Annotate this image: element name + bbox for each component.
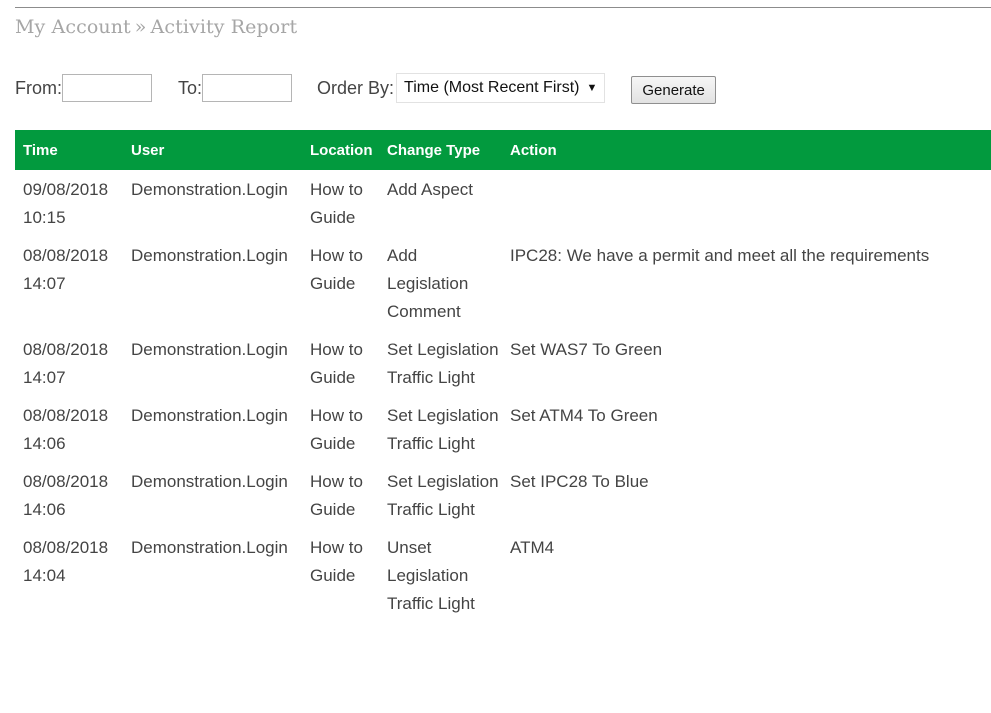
cell-time: 08/08/2018 14:07 bbox=[23, 340, 109, 387]
cell-change-type: Unset Legislation Traffic Light bbox=[387, 538, 475, 613]
cell-action: Set WAS7 To Green bbox=[510, 340, 663, 359]
dropdown-arrow-icon: ▼ bbox=[586, 82, 598, 94]
table-row: 08/08/2018 14:06 Demonstration.Login How… bbox=[15, 464, 991, 530]
cell-change-type: Set Legislation Traffic Light bbox=[387, 472, 499, 519]
table-header-row: Time User Location Change Type Action bbox=[15, 130, 991, 170]
cell-change-type: Add Aspect bbox=[387, 180, 474, 199]
cell-action: ATM4 bbox=[510, 538, 555, 557]
cell-user: Demonstration.Login bbox=[131, 246, 288, 265]
cell-location: How to Guide bbox=[310, 406, 363, 453]
column-header-time: Time bbox=[23, 141, 58, 159]
breadcrumb-my-account[interactable]: My Account bbox=[15, 16, 131, 38]
cell-user: Demonstration.Login bbox=[131, 180, 288, 199]
order-by-select[interactable]: Time (Most Recent First) ▼ bbox=[396, 73, 606, 103]
order-by-selected-value: Time (Most Recent First) bbox=[404, 79, 580, 96]
breadcrumb-separator: » bbox=[134, 16, 147, 38]
cell-action bbox=[502, 170, 991, 238]
cell-location: How to Guide bbox=[310, 246, 363, 293]
order-by-label: Order By: bbox=[317, 77, 395, 98]
cell-time: 08/08/2018 14:06 bbox=[23, 406, 109, 453]
table-row: 08/08/2018 14:04 Demonstration.Login How… bbox=[15, 530, 991, 624]
cell-location: How to Guide bbox=[310, 538, 363, 585]
cell-time: 08/08/2018 14:04 bbox=[23, 538, 109, 585]
table-row: 08/08/2018 14:07 Demonstration.Login How… bbox=[15, 332, 991, 398]
cell-location: How to Guide bbox=[310, 472, 363, 519]
cell-time: 09/08/2018 10:15 bbox=[23, 180, 109, 227]
column-header-action: Action bbox=[510, 141, 557, 159]
cell-user: Demonstration.Login bbox=[131, 406, 288, 425]
from-label: From: bbox=[15, 77, 62, 98]
filter-bar: From: To: Order By: Time (Most Recent Fi… bbox=[15, 71, 716, 105]
cell-change-type: Add Legislation Comment bbox=[387, 246, 469, 321]
column-header-change-type: Change Type bbox=[387, 141, 481, 159]
cell-action: Set ATM4 To Green bbox=[510, 406, 658, 425]
cell-time: 08/08/2018 14:07 bbox=[23, 246, 109, 293]
table-row: 09/08/2018 10:15 Demonstration.Login How… bbox=[15, 170, 991, 238]
generate-button[interactable]: Generate bbox=[631, 76, 716, 104]
top-divider bbox=[15, 7, 991, 8]
column-header-location: Location bbox=[310, 141, 373, 159]
column-header-user: User bbox=[131, 141, 165, 159]
cell-change-type: Set Legislation Traffic Light bbox=[387, 406, 499, 453]
cell-user: Demonstration.Login bbox=[131, 472, 288, 491]
table-row: 08/08/2018 14:06 Demonstration.Login How… bbox=[15, 398, 991, 464]
to-date-input[interactable] bbox=[202, 74, 293, 102]
activity-table: Time User Location Change Type Action 09… bbox=[15, 130, 991, 624]
from-date-input[interactable] bbox=[62, 74, 152, 102]
cell-action: Set IPC28 To Blue bbox=[510, 472, 649, 491]
table-row: 08/08/2018 14:07 Demonstration.Login How… bbox=[15, 238, 991, 332]
cell-time: 08/08/2018 14:06 bbox=[23, 472, 109, 519]
cell-user: Demonstration.Login bbox=[131, 340, 288, 359]
cell-user: Demonstration.Login bbox=[131, 538, 288, 557]
cell-location: How to Guide bbox=[310, 180, 363, 227]
breadcrumb: My Account» Activity Report bbox=[15, 16, 297, 38]
to-label: To: bbox=[178, 77, 203, 98]
cell-action: IPC28: We have a permit and meet all the… bbox=[510, 246, 930, 265]
cell-change-type: Set Legislation Traffic Light bbox=[387, 340, 499, 387]
cell-location: How to Guide bbox=[310, 340, 363, 387]
breadcrumb-current: Activity Report bbox=[150, 16, 298, 38]
